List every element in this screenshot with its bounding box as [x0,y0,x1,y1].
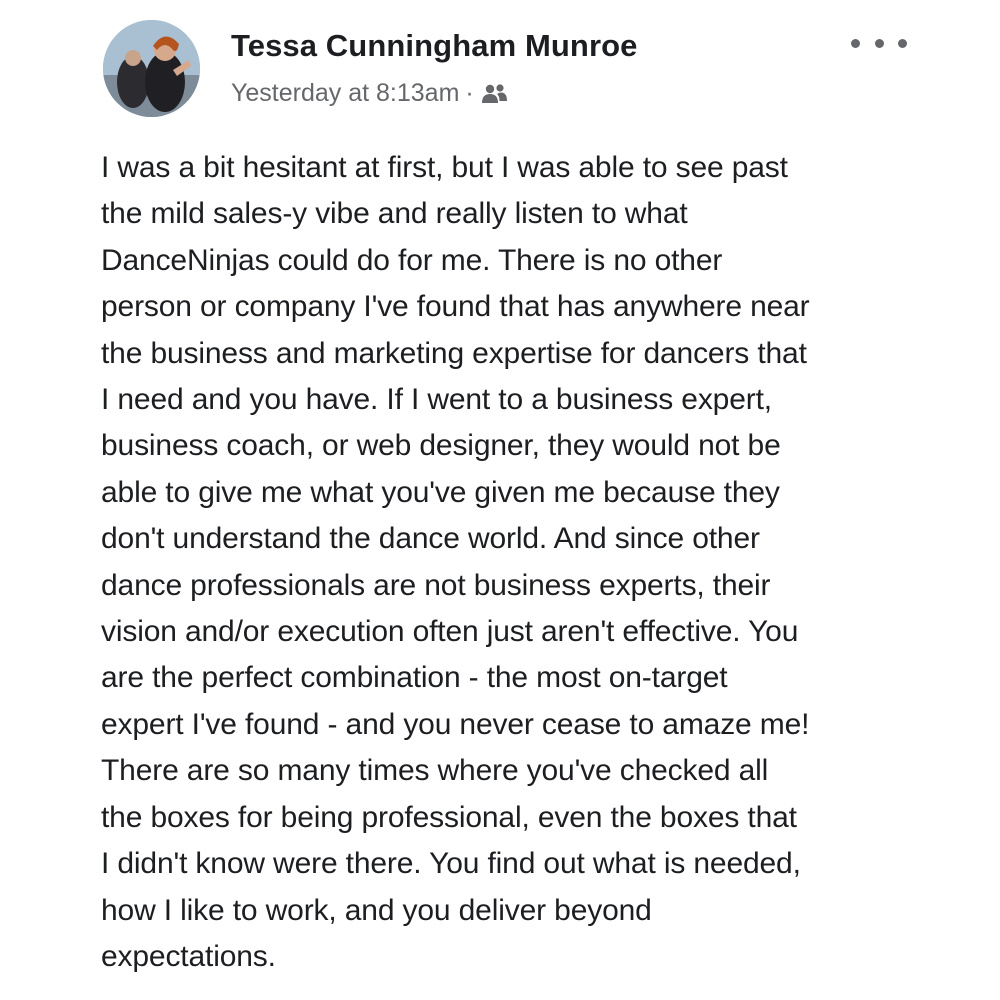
post-header: Tessa Cunningham Munroe Yesterday at 8:1… [103,20,913,120]
post-meta: Yesterday at 8:13am · [231,79,510,108]
timestamp[interactable]: Yesterday at 8:13am [231,79,459,108]
author-name[interactable]: Tessa Cunningham Munroe [231,28,637,64]
friends-icon[interactable] [480,83,510,105]
profile-photo-icon [103,20,200,117]
more-dot [851,38,860,48]
meta-separator: · [465,79,474,107]
avatar[interactable] [103,20,200,117]
post-body-text: I was a bit hesitant at first, but I was… [101,151,810,973]
more-dot [898,38,907,48]
more-options-icon[interactable] [851,32,907,54]
post-card: Tessa Cunningham Munroe Yesterday at 8:1… [0,0,1000,1000]
more-dot [874,38,884,48]
